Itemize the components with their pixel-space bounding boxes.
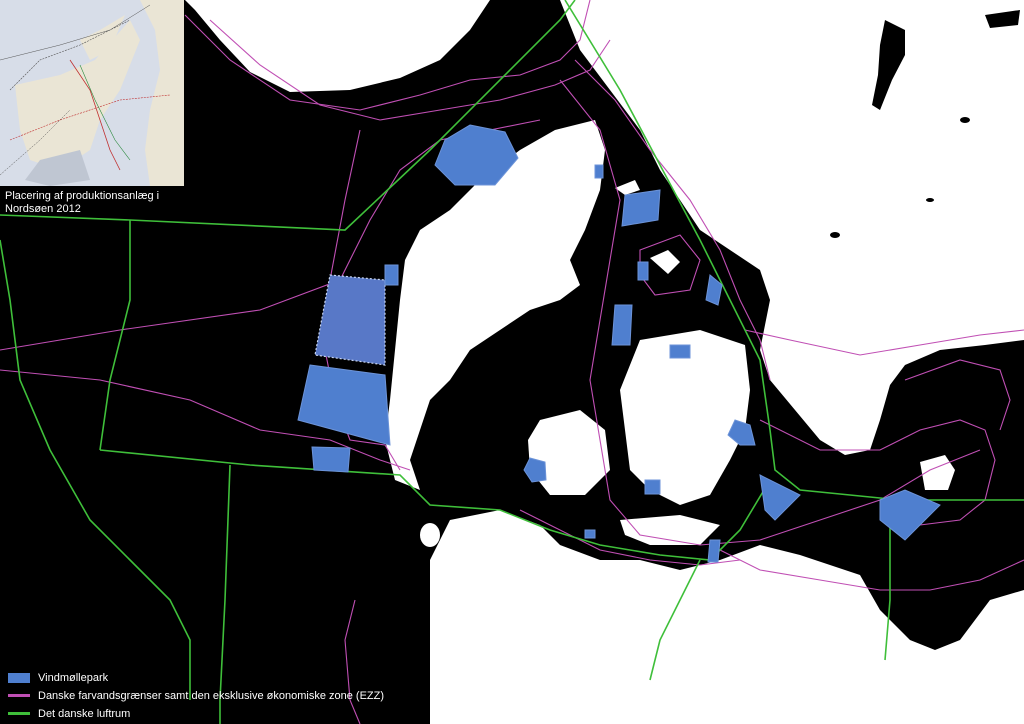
legend-swatch-airspace <box>8 712 30 715</box>
legend-label: Danske farvandsgrænser samt den eksklusi… <box>38 689 385 702</box>
legend-label: Vindmøllepark <box>38 671 109 684</box>
land-islet <box>462 560 478 580</box>
windpark-kattegat-c <box>611 304 633 346</box>
windpark-oresund <box>759 474 801 521</box>
lake-small <box>830 232 840 238</box>
windpark-small-2 <box>637 261 649 281</box>
windpark-small-1 <box>594 164 604 179</box>
land-norway <box>185 0 490 92</box>
windpark-funen <box>523 457 547 483</box>
windpark-small-4 <box>707 539 721 563</box>
legend-swatch-windpark <box>8 672 30 683</box>
windpark-small-south <box>311 446 351 473</box>
legend: Vindmøllepark Danske farvandsgrænser sam… <box>8 670 384 724</box>
windpark-kattegat-a <box>621 189 661 227</box>
windpark-small-7 <box>384 264 399 286</box>
legend-label: Det danske luftrum <box>38 707 131 720</box>
land-anholt <box>650 250 680 274</box>
inset-map <box>0 0 184 186</box>
windpark-baltic <box>879 489 941 541</box>
windpark-small-3 <box>644 479 661 495</box>
inset-map-drawing <box>0 0 184 186</box>
land-laeso <box>615 180 640 195</box>
legend-item-windpark: Vindmøllepark <box>8 670 384 685</box>
windpark-small-6 <box>669 344 691 359</box>
land-funen <box>528 410 610 495</box>
legend-item-ezz: Danske farvandsgrænser samt den eksklusi… <box>8 688 384 703</box>
lake-small <box>926 198 934 202</box>
lake-small <box>960 117 970 123</box>
land-islet <box>420 523 440 547</box>
legend-swatch-ezz <box>8 694 30 697</box>
inset-caption: Placering af produktionsanlæg i Nordsøen… <box>5 190 160 215</box>
legend-item-airspace: Det danske luftrum <box>8 706 384 721</box>
windpark-small-5 <box>584 529 596 539</box>
windpark-hornsrev-south <box>297 364 391 446</box>
windpark-hornsrev-north <box>314 274 386 366</box>
